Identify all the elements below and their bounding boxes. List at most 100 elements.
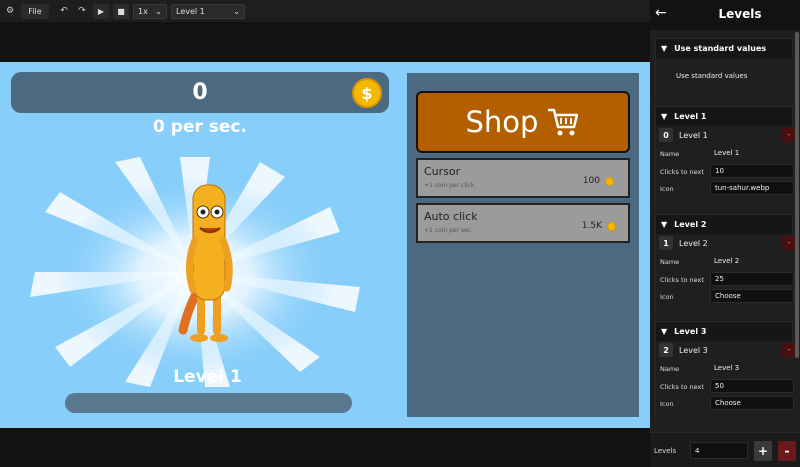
field-label-name: Name: [660, 258, 680, 266]
item-name: Cursor: [424, 165, 461, 178]
field-label-icon: Icon: [660, 400, 674, 408]
undo-icon[interactable]: ↶: [57, 4, 71, 19]
icon-value: Choose: [715, 399, 741, 407]
clicks-value: 50: [715, 382, 724, 390]
section-title: Level 1: [674, 111, 707, 121]
section-title: Use standard values: [674, 43, 767, 53]
stop-icon: ■: [117, 6, 125, 16]
clicks-to-next-field[interactable]: 10: [710, 164, 794, 178]
standard-values-section: ▼ Use standard values Use standard value…: [655, 38, 794, 98]
icon-value: tun-sahur.webp: [715, 184, 770, 192]
bottom-letterbox: [0, 428, 650, 467]
shop-item-auto-click[interactable]: Auto click +1 coin per sec 1.5K: [416, 203, 630, 243]
redo-icon[interactable]: ↷: [75, 4, 89, 19]
speed-select[interactable]: 1x ⌄: [133, 3, 167, 19]
clicks-value: 25: [715, 275, 724, 283]
level-label: Level 1: [173, 367, 242, 387]
icon-value: Choose: [715, 292, 741, 300]
section-body: 1 Level 2 - Name Level 2 Clicks to next …: [656, 234, 796, 314]
level-index-badge: 2: [659, 343, 673, 357]
remove-level-button[interactable]: -: [782, 128, 796, 142]
triangle-down-icon: ▼: [661, 326, 668, 336]
shop-button[interactable]: Shop: [416, 91, 630, 153]
item-name: Auto click: [424, 210, 478, 223]
levels-panel: ← Levels ▼ Use standard values Use stand…: [650, 0, 800, 467]
levels-count-input[interactable]: 4: [690, 442, 748, 459]
level-name-field[interactable]: Level 2: [710, 254, 794, 268]
level-select-value: Level 1: [176, 6, 205, 16]
section-title: Level 2: [674, 219, 707, 229]
triangle-down-icon: ▼: [661, 111, 668, 121]
chevron-down-icon: ⌄: [155, 6, 162, 16]
panel-header: ← Levels: [650, 0, 800, 30]
field-label-name: Name: [660, 365, 680, 373]
toolbar: ⚙ File ↶ ↷ ▶ ■ 1x ⌄ Level 1 ⌄: [0, 0, 650, 22]
gear-icon[interactable]: ⚙: [3, 4, 17, 19]
back-arrow-icon[interactable]: ←: [655, 5, 667, 21]
level-title: Level 1: [679, 131, 708, 140]
level-section-2: ▼ Level 2 1 Level 2 - Name Level 2 Click…: [655, 214, 796, 314]
panel-scrollbar[interactable]: [795, 32, 799, 358]
add-level-button[interactable]: +: [754, 441, 772, 461]
level-name-field[interactable]: Level 3: [710, 361, 794, 375]
icon-choose-button[interactable]: tun-sahur.webp: [710, 181, 794, 195]
field-label-clicks: Clicks to next: [660, 276, 704, 284]
coin-bar: 0 $: [11, 72, 389, 113]
character-sprite[interactable]: [155, 180, 255, 350]
level-title: Level 3: [679, 346, 708, 355]
remove-level-button[interactable]: -: [782, 236, 796, 250]
item-desc: +1 coin per click: [424, 182, 475, 189]
top-letterbox: [0, 22, 650, 62]
section-body: 2 Level 3 - Name Level 3 Clicks to next …: [656, 341, 796, 421]
item-price: 1.5K: [581, 221, 602, 231]
level-progress-bar: [65, 393, 352, 413]
level-select[interactable]: Level 1 ⌄: [171, 3, 245, 19]
coin-count: 0: [192, 80, 208, 105]
level-title: Level 2: [679, 239, 708, 248]
panel-footer: Levels 4 + -: [650, 432, 800, 467]
cart-icon: [548, 108, 579, 136]
play-icon: ▶: [97, 6, 105, 16]
field-label-name: Name: [660, 150, 680, 158]
triangle-down-icon: ▼: [661, 43, 668, 53]
stop-button[interactable]: ■: [113, 3, 129, 19]
clicks-to-next-field[interactable]: 50: [710, 379, 794, 393]
level-index-badge: 0: [659, 128, 673, 142]
item-price: 100: [582, 176, 600, 186]
field-label-clicks: Clicks to next: [660, 383, 704, 391]
section-header[interactable]: ▼ Use standard values: [656, 39, 794, 57]
field-label-icon: Icon: [660, 293, 674, 301]
clicks-value: 10: [715, 167, 724, 175]
level-section-1: ▼ Level 1 0 Level 1 - Name Level 1 Click…: [655, 106, 796, 206]
shop-panel: Shop Cursor +1 coin per click 100 Auto c…: [407, 73, 639, 417]
level-index-badge: 1: [659, 236, 673, 250]
coins-per-sec: 0 per sec.: [153, 117, 247, 137]
triangle-down-icon: ▼: [661, 219, 668, 229]
play-button[interactable]: ▶: [93, 3, 109, 19]
levels-count-label: Levels: [654, 447, 677, 455]
clicks-to-next-field[interactable]: 25: [710, 272, 794, 286]
section-body: Use standard values: [656, 58, 794, 98]
file-menu-button[interactable]: File: [21, 3, 49, 19]
icon-choose-button[interactable]: Choose: [710, 396, 794, 410]
icon-choose-button[interactable]: Choose: [710, 289, 794, 303]
section-body: 0 Level 1 - Name Level 1 Clicks to next …: [656, 126, 796, 206]
field-label-clicks: Clicks to next: [660, 168, 704, 176]
section-header[interactable]: ▼ Level 2: [656, 215, 794, 233]
speed-value: 1x: [138, 6, 148, 16]
level-name-field[interactable]: Level 1: [710, 146, 794, 160]
remove-level-footer-button[interactable]: -: [778, 441, 796, 461]
item-desc: +1 coin per sec: [424, 227, 472, 234]
section-header[interactable]: ▼ Level 3: [656, 322, 794, 340]
panel-scroll-area[interactable]: ▼ Use standard values Use standard value…: [650, 30, 800, 430]
coin-icon: [605, 177, 614, 186]
section-title: Level 3: [674, 326, 707, 336]
shop-label: Shop: [465, 105, 539, 139]
level-section-3: ▼ Level 3 2 Level 3 - Name Level 3 Click…: [655, 321, 796, 421]
use-standard-button[interactable]: Use standard values: [676, 72, 747, 80]
section-header[interactable]: ▼ Level 1: [656, 107, 794, 125]
remove-level-button[interactable]: -: [782, 343, 796, 357]
coin-icon: $: [352, 78, 382, 108]
shop-item-cursor[interactable]: Cursor +1 coin per click 100: [416, 158, 630, 198]
coin-icon: [607, 222, 616, 231]
